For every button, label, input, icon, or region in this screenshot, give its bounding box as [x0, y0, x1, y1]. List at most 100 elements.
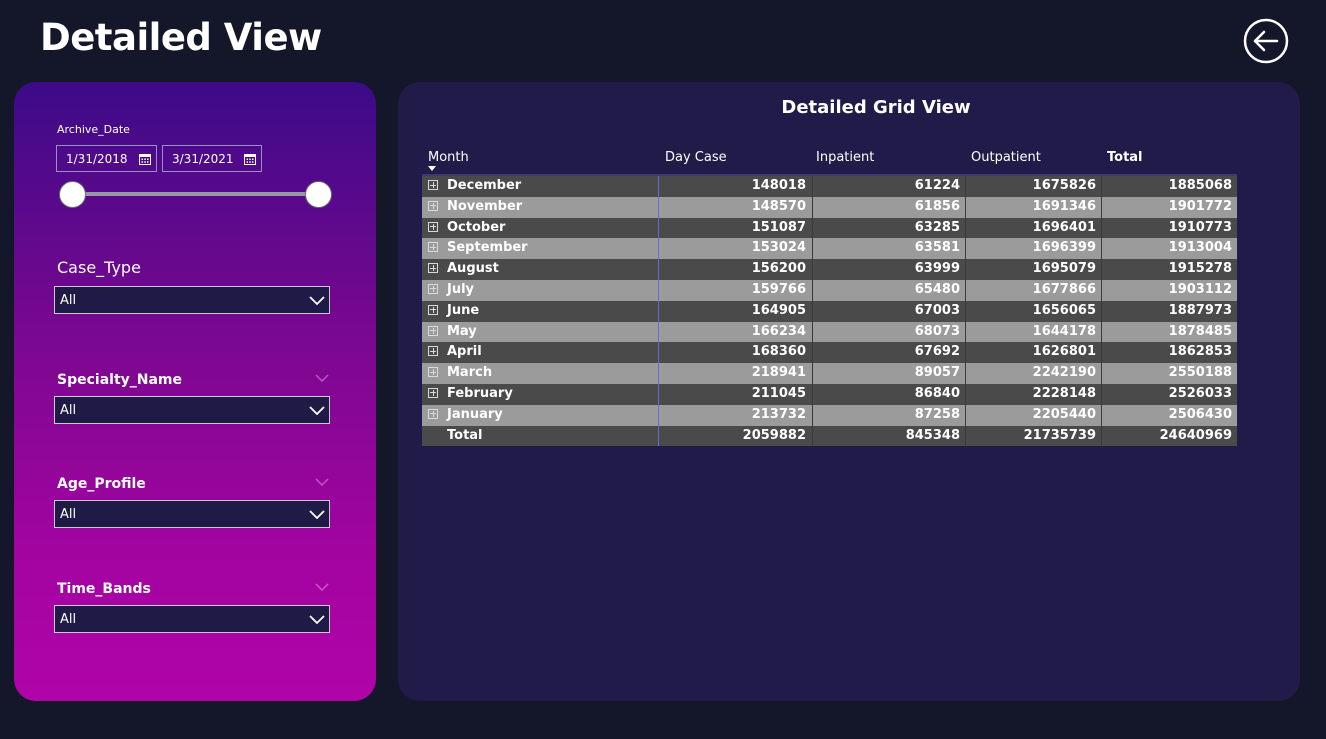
row-outpatient: 1656065	[1032, 302, 1096, 318]
specialty-name-dropdown[interactable]: All	[54, 396, 330, 424]
row-month: November	[447, 198, 523, 214]
row-day-case: 213732	[751, 406, 806, 422]
case-type-dropdown[interactable]: All	[54, 286, 330, 314]
row-day-case: 218941	[751, 365, 806, 381]
time-bands-dropdown[interactable]: All	[54, 605, 330, 633]
case-type-value: All	[60, 292, 77, 308]
row-outpatient: 2242190	[1032, 365, 1096, 381]
chevron-down-icon	[309, 406, 325, 416]
table-header: Month Day Case Inpatient Outpatient Tota…	[422, 142, 1237, 176]
row-inpatient: 67692	[914, 344, 960, 360]
row-month: April	[447, 344, 482, 360]
grid-title: Detailed Grid View	[781, 97, 971, 118]
column-header-day-case[interactable]: Day Case	[665, 150, 727, 165]
row-month: October	[447, 219, 506, 235]
row-inpatient: 89057	[914, 365, 960, 381]
expand-icon[interactable]	[428, 325, 438, 336]
row-month: May	[447, 323, 477, 339]
row-inpatient: 63999	[914, 261, 960, 277]
row-outpatient: 1675826	[1032, 178, 1096, 193]
column-header-total[interactable]: Total	[1107, 150, 1143, 165]
slider-end-handle[interactable]	[305, 181, 332, 208]
expand-icon[interactable]	[428, 200, 438, 211]
row-day-case: 148570	[751, 198, 806, 214]
chevron-down-icon[interactable]	[315, 373, 329, 383]
column-header-inpatient[interactable]: Inpatient	[816, 150, 874, 165]
chevron-down-icon[interactable]	[315, 477, 329, 487]
table-row: October 151087 63285 1696401 1910773	[422, 217, 1237, 239]
column-header-outpatient[interactable]: Outpatient	[971, 150, 1041, 165]
table-row: April 168360 67692 1626801 1862853	[422, 342, 1237, 364]
specialty-name-label: Specialty_Name	[57, 372, 183, 388]
table-row: September 153024 63581 1696399 1913004	[422, 238, 1237, 260]
age-profile-dropdown[interactable]: All	[54, 500, 330, 528]
row-total: 1885068	[1168, 178, 1232, 193]
column-separator	[1101, 176, 1102, 446]
total-total: 24640969	[1159, 427, 1232, 443]
row-inpatient: 67003	[914, 302, 960, 318]
row-total: 1887973	[1168, 302, 1232, 318]
expand-icon[interactable]	[428, 304, 438, 315]
start-date-input[interactable]: 1/31/2018	[56, 145, 157, 172]
expand-icon[interactable]	[428, 408, 438, 419]
row-outpatient: 2228148	[1032, 385, 1096, 401]
expand-icon[interactable]	[428, 367, 438, 378]
expand-icon[interactable]	[428, 346, 438, 357]
total-inpatient: 845348	[905, 427, 960, 443]
row-day-case: 153024	[751, 240, 806, 256]
end-date-input[interactable]: 3/31/2021	[162, 145, 262, 172]
chevron-down-icon[interactable]	[315, 582, 329, 592]
row-outpatient: 1677866	[1032, 281, 1096, 297]
row-day-case: 159766	[751, 281, 806, 297]
table-row: December 148018 61224 1675826 1885068	[422, 176, 1237, 197]
column-header-month[interactable]: Month	[428, 150, 469, 165]
row-month: December	[447, 178, 522, 193]
row-inpatient: 65480	[914, 281, 960, 297]
age-profile-value: All	[60, 506, 77, 522]
row-inpatient: 63285	[914, 219, 960, 235]
expand-icon[interactable]	[428, 221, 438, 232]
row-month: July	[447, 281, 475, 297]
row-total: 2526033	[1168, 385, 1232, 401]
end-date-value: 3/31/2021	[172, 151, 234, 166]
specialty-name-value: All	[60, 402, 77, 418]
table-row: March 218941 89057 2242190 2550188	[422, 363, 1237, 384]
calendar-icon[interactable]	[244, 153, 256, 165]
column-separator	[965, 176, 966, 446]
calendar-icon[interactable]	[139, 153, 151, 165]
row-total: 2550188	[1168, 365, 1232, 381]
table-row: November 148570 61856 1691346 1901772	[422, 196, 1237, 218]
row-outpatient: 1695079	[1032, 261, 1096, 277]
row-total: 1915278	[1168, 261, 1232, 277]
row-month: February	[447, 385, 513, 401]
table-row: June 164905 67003 1656065 1887973	[422, 300, 1237, 322]
date-range-slider-track[interactable]	[72, 192, 318, 196]
row-day-case: 168360	[751, 344, 806, 360]
table-row: July 159766 65480 1677866 1903112	[422, 279, 1237, 301]
row-month: August	[447, 261, 499, 277]
start-date-value: 1/31/2018	[66, 151, 128, 166]
expand-icon[interactable]	[428, 180, 438, 190]
total-day-case: 2059882	[742, 427, 806, 443]
row-outpatient: 2205440	[1032, 406, 1096, 422]
row-outpatient: 1626801	[1032, 344, 1096, 360]
expand-icon[interactable]	[428, 242, 438, 253]
row-day-case: 156200	[751, 261, 806, 277]
row-month: September	[447, 240, 528, 256]
grid-panel: Detailed Grid View Month Day Case Inpati…	[398, 82, 1300, 701]
expand-icon[interactable]	[428, 387, 438, 398]
row-outpatient: 1691346	[1032, 198, 1096, 214]
slider-start-handle[interactable]	[59, 181, 86, 208]
chevron-down-icon	[309, 510, 325, 520]
expand-icon[interactable]	[428, 283, 438, 294]
filter-panel: Archive_Date 1/31/2018 3/31/2021 Case_Ty…	[14, 82, 376, 701]
detailed-grid-table: Month Day Case Inpatient Outpatient Tota…	[422, 142, 1237, 447]
case-type-label: Case_Type	[57, 258, 141, 277]
row-day-case: 151087	[751, 219, 806, 235]
column-separator	[812, 176, 813, 446]
row-day-case: 211045	[751, 385, 806, 401]
back-button[interactable]	[1243, 18, 1289, 64]
expand-icon[interactable]	[428, 263, 438, 274]
time-bands-value: All	[60, 611, 77, 627]
row-month: January	[447, 406, 503, 422]
